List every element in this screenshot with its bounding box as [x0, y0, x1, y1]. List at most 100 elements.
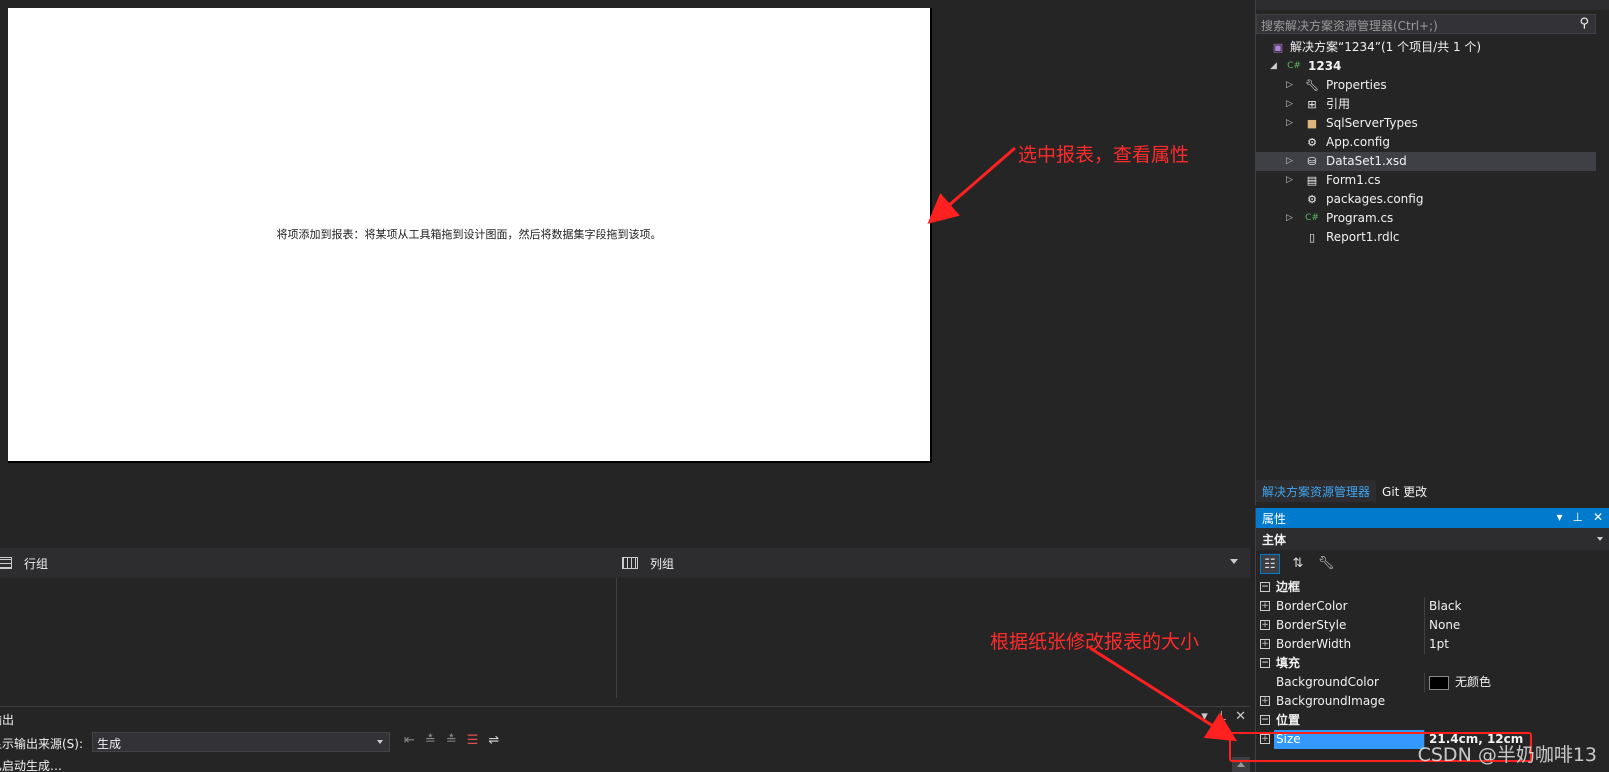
collapsed-icon[interactable]: ▷: [1286, 114, 1296, 133]
property-row[interactable]: + BackgroundImage: [1256, 692, 1609, 711]
solution-label: 解决方案“1234”(1 个项目/共 1 个): [1290, 40, 1482, 54]
row-groups-label: 行组: [24, 556, 49, 571]
tree-item[interactable]: ▷ ⊞ 引用: [1256, 95, 1596, 114]
tree-item-label: packages.config: [1326, 192, 1424, 206]
report-body-canvas[interactable]: 将项添加到报表：将某项从工具箱拖到设计图面，然后将数据集字段拖到该项。: [8, 8, 932, 463]
tree-item-label: SqlServerTypes: [1326, 116, 1418, 130]
row-groups-list[interactable]: [0, 578, 617, 698]
property-category[interactable]: − 填充: [1256, 654, 1609, 673]
tree-item[interactable]: ▷ 🔧︎ Properties: [1256, 76, 1596, 95]
properties-title-bar: 属性 ▾ ⊥ ✕: [1256, 508, 1609, 528]
property-name: BorderStyle: [1276, 618, 1347, 632]
config-file-icon: ⚙: [1307, 136, 1317, 149]
tree-item[interactable]: ▷ C# Program.cs: [1256, 209, 1596, 228]
property-pages-icon[interactable]: 🔧︎: [1316, 554, 1336, 574]
find-message-icon[interactable]: ⇤: [404, 733, 415, 748]
categorized-icon[interactable]: ☷: [1260, 554, 1280, 574]
property-row[interactable]: + BorderColor Black: [1256, 597, 1609, 616]
tree-item[interactable]: ▷ ▤ Form1.cs: [1256, 171, 1596, 190]
alphabetical-icon[interactable]: ⇅: [1288, 554, 1308, 574]
tree-item[interactable]: ▷ ■ SqlServerTypes: [1256, 114, 1596, 133]
property-category[interactable]: − 位置: [1256, 711, 1609, 730]
collapsed-icon[interactable]: ▷: [1286, 152, 1296, 171]
solution-explorer-tabs: 解决方案资源管理器 Git 更改: [1256, 480, 1433, 502]
collapse-icon[interactable]: −: [1260, 658, 1270, 668]
expand-icon[interactable]: +: [1260, 601, 1270, 611]
project-label: 1234: [1308, 59, 1342, 73]
config-file-icon: ⚙: [1307, 193, 1317, 206]
properties-object-selector[interactable]: 主体: [1256, 528, 1609, 550]
solution-explorer: 搜索解决方案资源管理器(Ctrl+;) ⚲ ▣ 解决方案“1234”(1 个项目…: [1255, 0, 1609, 505]
properties-toolbar: ☷ ⇅ 🔧︎: [1256, 550, 1609, 578]
pin-icon[interactable]: ⊥: [1216, 709, 1227, 724]
tree-item[interactable]: ⚙ App.config: [1256, 133, 1596, 152]
collapsed-icon[interactable]: ▷: [1286, 76, 1296, 95]
form-icon: ▤: [1306, 174, 1318, 187]
tree-item-label: Report1.rdlc: [1326, 230, 1400, 244]
tab-git-changes[interactable]: Git 更改: [1376, 480, 1433, 502]
collapsed-icon[interactable]: ▷: [1286, 209, 1296, 228]
output-menu-icon[interactable]: ▾: [1201, 709, 1208, 724]
column-groups-header: 列组: [618, 548, 1250, 578]
tree-item-label: Program.cs: [1326, 211, 1394, 225]
property-value[interactable]: 1pt: [1424, 635, 1609, 654]
output-source-label: 显示输出来源(S):: [0, 737, 84, 751]
pin-icon[interactable]: ⊥: [1572, 510, 1582, 524]
property-category-label: 填充: [1276, 656, 1301, 670]
annotation-select-report: 选中报表，查看属性: [1018, 144, 1190, 166]
word-wrap-icon[interactable]: ⇌: [488, 733, 499, 748]
report-file-icon: ▯: [1308, 231, 1316, 244]
tree-project-node[interactable]: ◢ C# 1234: [1256, 57, 1596, 76]
tree-item-label: DataSet1.xsd: [1326, 154, 1407, 168]
collapse-icon[interactable]: −: [1260, 582, 1270, 592]
property-grid: − 边框 + BorderColor Black + BorderStyle N…: [1256, 578, 1609, 749]
property-value[interactable]: 无颜色: [1424, 673, 1609, 692]
tab-solution-explorer[interactable]: 解决方案资源管理器: [1256, 480, 1377, 502]
tree-item-label: Form1.cs: [1326, 173, 1381, 187]
property-category-label: 位置: [1276, 713, 1301, 727]
search-icon[interactable]: ⚲: [1579, 16, 1589, 31]
property-row[interactable]: BackgroundColor 无颜色: [1256, 673, 1609, 692]
expanded-icon[interactable]: ◢: [1270, 57, 1280, 76]
property-category[interactable]: − 边框: [1256, 578, 1609, 597]
output-toolbar: ⇤ ≛ ≛ ☰ ⇌: [404, 733, 499, 748]
expand-icon[interactable]: +: [1260, 696, 1270, 706]
solution-explorer-toolbar: [1256, 0, 1609, 10]
folder-icon: ■: [1306, 117, 1318, 130]
tree-item-label: App.config: [1326, 135, 1390, 149]
annotation-resize: 根据纸张修改报表的大小: [990, 631, 1200, 653]
expand-icon[interactable]: +: [1260, 620, 1270, 630]
clear-all-icon[interactable]: ☰: [467, 733, 479, 748]
collapsed-icon[interactable]: ▷: [1286, 171, 1296, 190]
previous-message-icon[interactable]: ≛: [425, 733, 436, 748]
close-icon[interactable]: ✕: [1235, 709, 1246, 724]
collapsed-icon[interactable]: ▷: [1286, 95, 1296, 114]
output-title: 输出: [0, 713, 15, 727]
expand-icon[interactable]: +: [1260, 639, 1270, 649]
next-message-icon[interactable]: ≛: [446, 733, 457, 748]
property-category-label: 边框: [1276, 580, 1301, 594]
tree-solution-node[interactable]: ▣ 解决方案“1234”(1 个项目/共 1 个): [1256, 38, 1596, 57]
properties-menu-icon[interactable]: ▾: [1556, 510, 1562, 524]
dataset-icon: ⛁: [1307, 155, 1317, 168]
solution-icon: ▣: [1272, 41, 1284, 54]
output-source-select[interactable]: 生成: [92, 732, 390, 752]
report-hint-text: 将项添加到报表：将某项从工具箱拖到设计图面，然后将数据集字段拖到该项。: [276, 228, 662, 241]
property-row[interactable]: + BorderWidth 1pt: [1256, 635, 1609, 654]
output-window: 输出 ▾ ⊥ ✕ 显示输出来源(S): 生成 ⇤ ≛ ≛ ☰ ⇌ 已启动生成…: [0, 706, 1250, 772]
collapse-icon[interactable]: −: [1260, 715, 1270, 725]
grouping-dropdown-icon[interactable]: [1230, 559, 1238, 564]
column-groups-label: 列组: [650, 556, 675, 571]
tree-item[interactable]: ▯ Report1.rdlc: [1256, 228, 1596, 247]
references-icon: ⊞: [1307, 98, 1317, 111]
tree-item-selected[interactable]: ▷ ⛁ DataSet1.xsd: [1256, 152, 1596, 171]
close-icon[interactable]: ✕: [1593, 510, 1603, 524]
csharp-file-icon: C#: [1305, 213, 1319, 223]
wrench-icon: 🔧︎: [1305, 79, 1319, 92]
property-value[interactable]: Black: [1424, 597, 1609, 616]
solution-search-input[interactable]: 搜索解决方案资源管理器(Ctrl+;) ⚲: [1256, 14, 1596, 34]
property-row[interactable]: + BorderStyle None: [1256, 616, 1609, 635]
property-value[interactable]: None: [1424, 616, 1609, 635]
tree-item[interactable]: ⚙ packages.config: [1256, 190, 1596, 209]
tree-item-label: Properties: [1326, 78, 1387, 92]
